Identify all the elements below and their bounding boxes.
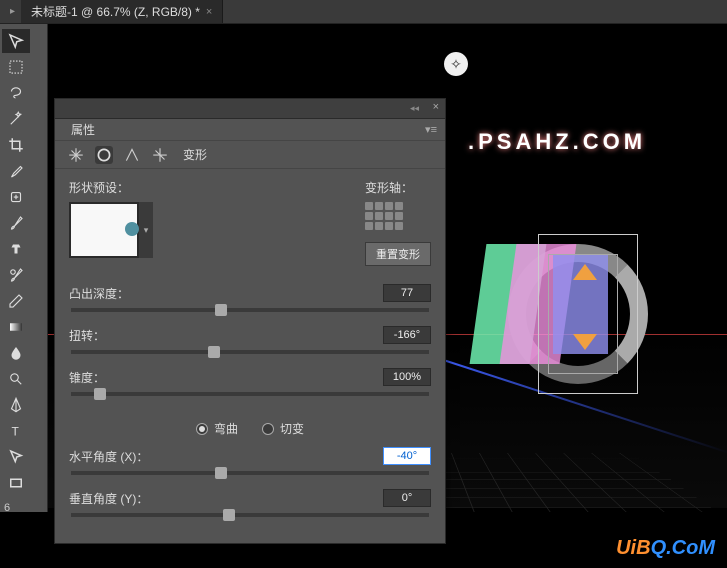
cap-icon[interactable]	[123, 146, 141, 164]
hangle-label: 水平角度 (X)：	[69, 448, 148, 465]
clone-stamp-tool[interactable]	[2, 237, 30, 261]
magic-wand-tool[interactable]	[2, 107, 30, 131]
preset-dropdown-icon[interactable]: ▾	[139, 202, 153, 258]
taper-value-input[interactable]	[383, 368, 431, 386]
taper-row: 锥度：	[69, 368, 431, 396]
inner-bounding-box[interactable]	[548, 254, 618, 374]
expand-panels-icon[interactable]: ▸	[4, 6, 21, 17]
widget-icon[interactable]: ✧	[444, 52, 468, 76]
twist-value-input[interactable]	[383, 326, 431, 344]
document-tab-bar: ▸ 未标题-1 @ 66.7% (Z, RGB/8) * ×	[0, 0, 727, 24]
hangle-value-input[interactable]	[383, 447, 431, 465]
taper-slider[interactable]	[71, 392, 429, 396]
path-selection-tool[interactable]	[2, 445, 30, 469]
svg-text:T: T	[12, 425, 20, 439]
extrude-slider[interactable]	[71, 308, 429, 312]
eraser-tool[interactable]	[2, 289, 30, 313]
panel-header[interactable]: ◂◂ ×	[55, 99, 445, 119]
pen-tool[interactable]	[2, 393, 30, 417]
extrude-label: 凸出深度：	[69, 285, 129, 302]
twist-label: 扭转：	[69, 327, 105, 344]
axis-label: 变形轴：	[365, 179, 431, 196]
preset-thumbnail[interactable]	[69, 202, 139, 258]
panel-menu-icon[interactable]: ▾≡	[425, 123, 437, 136]
marquee-tool[interactable]	[2, 55, 30, 79]
vertical-angle-row: 垂直角度 (Y)：	[69, 489, 431, 517]
mode-label: 变形	[183, 146, 207, 163]
type-tool[interactable]: T	[2, 419, 30, 443]
axis-grid[interactable]	[365, 202, 403, 230]
twist-slider[interactable]	[71, 350, 429, 354]
move-tool[interactable]	[2, 29, 30, 53]
tools-toolbar: T 6	[0, 24, 48, 568]
preset-row: 形状预设： ▾ 变形轴： 重置变形	[55, 169, 445, 276]
panel-tab-properties[interactable]: 属性	[63, 119, 103, 140]
watermark: UiBQ.CoM	[616, 537, 715, 560]
deform-icon[interactable]	[95, 146, 113, 164]
shear-radio[interactable]: 切变	[262, 420, 304, 437]
tab-title: 未标题-1 @ 66.7% (Z, RGB/8) *	[31, 3, 200, 20]
extrude-depth-row: 凸出深度：	[69, 284, 431, 312]
vangle-value-input[interactable]	[383, 489, 431, 507]
object-3d[interactable]	[478, 224, 658, 404]
properties-panel: ◂◂ × 属性 ▾≡ 变形 形状预设： ▾	[54, 98, 446, 544]
lasso-tool[interactable]	[2, 81, 30, 105]
blur-tool[interactable]	[2, 341, 30, 365]
collapse-icon[interactable]: ◂◂	[410, 103, 419, 114]
eyedropper-tool[interactable]	[2, 159, 30, 183]
bend-radio[interactable]: 弯曲	[196, 420, 238, 437]
horizontal-angle-row: 水平角度 (X)：	[69, 447, 431, 475]
twist-row: 扭转：	[69, 326, 431, 354]
radio-dot-icon	[196, 423, 208, 435]
panel-tab-row: 属性 ▾≡	[55, 119, 445, 141]
app-window: ▸ 未标题-1 @ 66.7% (Z, RGB/8) * × T 6	[0, 0, 727, 568]
vangle-label: 垂直角度 (Y)：	[69, 490, 148, 507]
brush-tool[interactable]	[2, 211, 30, 235]
vangle-slider[interactable]	[71, 513, 429, 517]
mode-icons-row: 变形	[55, 141, 445, 169]
taper-label: 锥度：	[69, 369, 105, 386]
close-icon[interactable]: ×	[433, 101, 439, 113]
canvas-text: .PSAHZ.COM	[468, 129, 646, 155]
gradient-tool[interactable]	[2, 315, 30, 339]
sliders-section: 凸出深度： 扭转： 锥度：	[55, 276, 445, 543]
healing-brush-tool[interactable]	[2, 185, 30, 209]
close-icon[interactable]: ×	[206, 6, 212, 18]
crop-tool[interactable]	[2, 133, 30, 157]
coordinates-icon[interactable]	[151, 146, 169, 164]
main-area: T 6 .PSAHZ.COM ✧	[0, 24, 727, 568]
document-tab[interactable]: 未标题-1 @ 66.7% (Z, RGB/8) * ×	[21, 0, 223, 23]
mesh-icon[interactable]	[67, 146, 85, 164]
bend-shear-radios: 弯曲 切变	[69, 410, 431, 447]
preset-label: 形状预设：	[69, 179, 153, 196]
extrude-value-input[interactable]	[383, 284, 431, 302]
radio-dot-icon	[262, 423, 274, 435]
history-brush-tool[interactable]	[2, 263, 30, 287]
reset-deform-button[interactable]: 重置变形	[365, 242, 431, 266]
dodge-tool[interactable]	[2, 367, 30, 391]
hangle-slider[interactable]	[71, 471, 429, 475]
rectangle-tool[interactable]	[2, 471, 30, 495]
